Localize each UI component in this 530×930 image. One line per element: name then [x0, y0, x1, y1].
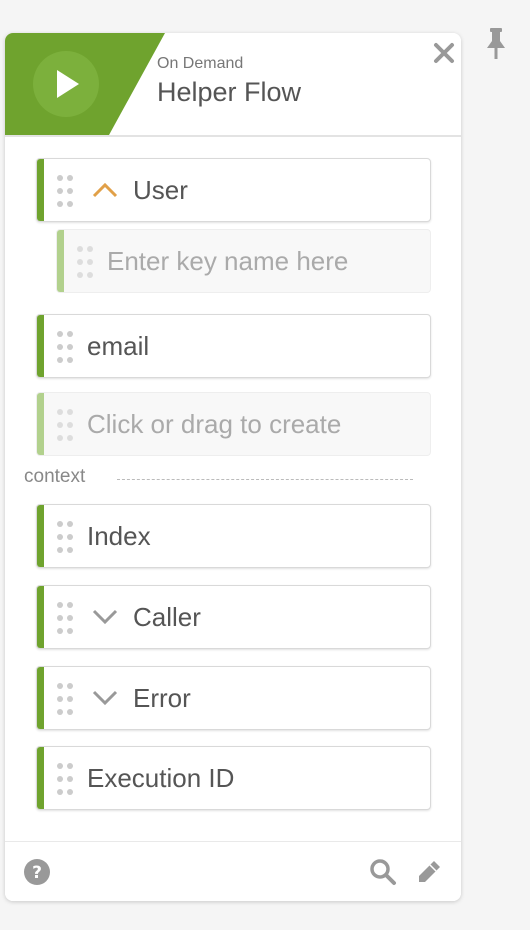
list-item-execution-id[interactable]: Execution ID	[36, 746, 431, 810]
row-accent-bar	[57, 230, 64, 292]
row-label: User	[133, 175, 188, 205]
panel-footer: ?	[5, 841, 461, 901]
row-accent-bar	[37, 667, 44, 729]
close-icon[interactable]	[432, 41, 456, 65]
drag-handle-icon[interactable]	[55, 408, 75, 442]
flow-title: Helper Flow	[157, 77, 302, 107]
row-accent-bar	[37, 747, 44, 809]
key-name-placeholder[interactable]: Enter key name here	[56, 229, 431, 293]
drag-handle-icon[interactable]	[55, 330, 75, 364]
list-item-user[interactable]: User	[36, 158, 431, 222]
row-label: email	[87, 331, 150, 361]
context-divider	[117, 479, 413, 480]
row-label: Index	[87, 521, 151, 551]
search-icon[interactable]	[369, 858, 397, 886]
row-accent-bar	[37, 586, 44, 648]
row-accent-bar	[37, 505, 44, 567]
pin-icon[interactable]	[482, 26, 510, 62]
panel-header: On Demand Helper Flow	[5, 33, 461, 137]
row-label: Error	[133, 683, 191, 713]
row-label: Caller	[133, 602, 201, 632]
row-accent-bar	[37, 393, 44, 455]
list-item-caller[interactable]: Caller	[36, 585, 431, 649]
flow-subtitle: On Demand	[157, 55, 244, 72]
pencil-icon[interactable]	[415, 858, 443, 886]
drag-handle-icon[interactable]	[75, 245, 95, 279]
row-accent-bar	[37, 315, 44, 377]
context-section-label: context	[24, 466, 86, 487]
play-icon[interactable]	[33, 51, 99, 117]
help-icon[interactable]: ?	[23, 858, 51, 886]
placeholder-text: Enter key name here	[107, 246, 349, 276]
chevron-up-icon[interactable]	[92, 181, 118, 199]
row-accent-bar	[37, 159, 44, 221]
list-item-error[interactable]: Error	[36, 666, 431, 730]
chevron-down-icon[interactable]	[92, 689, 118, 707]
drag-handle-icon[interactable]	[55, 601, 75, 635]
list-item-index[interactable]: Index	[36, 504, 431, 568]
drag-handle-icon[interactable]	[55, 174, 75, 208]
list-item-email[interactable]: email	[36, 314, 431, 378]
drag-handle-icon[interactable]	[55, 520, 75, 554]
chevron-down-icon[interactable]	[92, 608, 118, 626]
create-placeholder[interactable]: Click or drag to create	[36, 392, 431, 456]
row-label: Execution ID	[87, 763, 235, 793]
flow-panel: On Demand Helper Flow User Enter key nam…	[5, 33, 461, 901]
drag-handle-icon[interactable]	[55, 682, 75, 716]
svg-text:?: ?	[32, 863, 42, 883]
drag-handle-icon[interactable]	[55, 762, 75, 796]
placeholder-text: Click or drag to create	[87, 409, 342, 439]
